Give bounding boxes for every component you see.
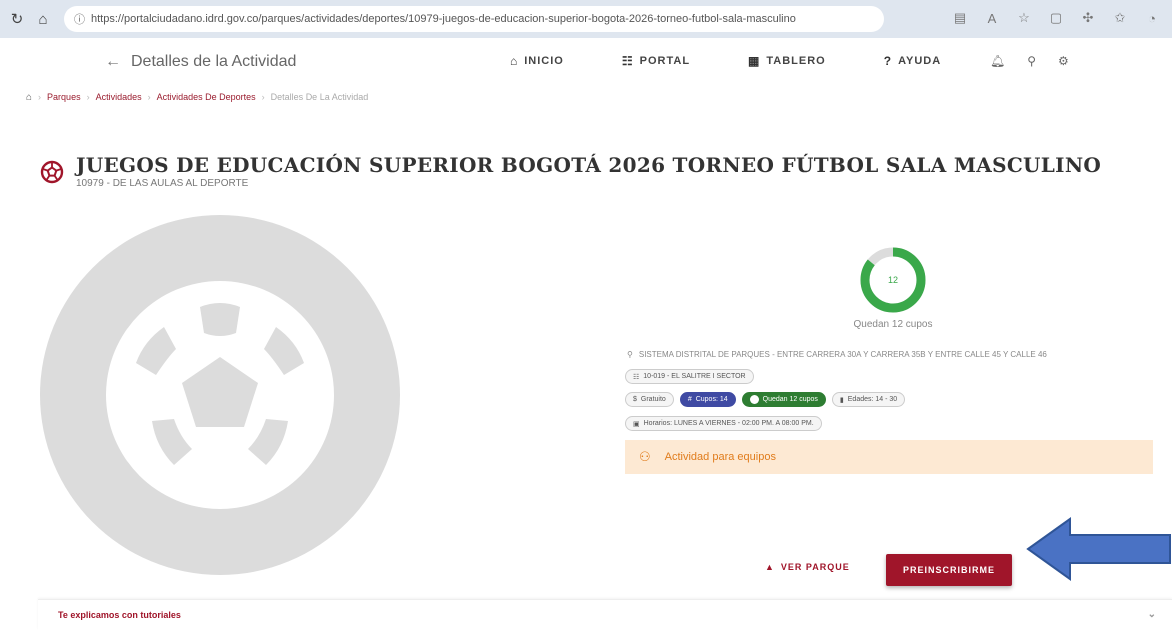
schedule-chip: ▣ Horarios: LUNES A VIERNES - 02:00 PM. A… [625, 416, 822, 431]
nav-inicio-label: INICIO [524, 55, 564, 67]
place-row: ☷ 10-019 - EL SALITRE I SECTOR [625, 369, 754, 384]
calendar-icon: ▣ [633, 420, 640, 428]
browser-toolbar: ↻ ⌂ ⓘ https://portalciudadano.idrd.gov.c… [0, 0, 1172, 38]
team-icon: ⚇ [639, 449, 651, 464]
page-title: JUEGOS DE EDUCACIÓN SUPERIOR BOGOTÁ 2026… [76, 153, 1102, 177]
place-chip: ☷ 10-019 - EL SALITRE I SECTOR [625, 369, 754, 384]
tutorials-accordion[interactable]: Te explicamos con tutoriales ⌄ [38, 599, 1172, 630]
quedan-chip-label: Quedan 12 cupos [762, 396, 818, 403]
nav-portal-label: PORTAL [639, 55, 691, 67]
extensions-icon[interactable]: ✣ [1078, 8, 1098, 28]
bar-chart-icon: ▮ [839, 396, 844, 404]
address-bar[interactable]: ⓘ https://portalciudadano.idrd.gov.co/pa… [64, 6, 884, 32]
home-icon: ⌂ [510, 54, 519, 68]
breadcrumb-parques[interactable]: Parques [47, 92, 81, 102]
bell-icon[interactable]: 🔔︎ [990, 54, 1005, 68]
place-chip-label: 10-019 - EL SALITRE I SECTOR [643, 373, 746, 380]
location-pin-icon: ⚲ [627, 350, 633, 359]
breadcrumb: ⌂ › Parques › Actividades › Actividades … [0, 90, 1172, 104]
nav-ayuda-label: AYUDA [898, 55, 942, 67]
map-pin-icon: ▲ [765, 562, 775, 572]
quedan-chip: Quedan 12 cupos [741, 392, 826, 407]
cupos-chip-label: Cupos: 14 [695, 396, 728, 403]
back-arrow-icon[interactable]: ← [105, 53, 121, 71]
nav-ayuda[interactable]: ? AYUDA [884, 54, 941, 68]
main-nav: ⌂ INICIO ☷ PORTAL ▦ TABLERO ? AYUDA [510, 54, 999, 68]
edades-chip-label: Edades: 14 - 30 [847, 396, 898, 403]
quota-caption: Quedan 12 cupos [853, 319, 933, 330]
nav-portal[interactable]: ☷ PORTAL [622, 54, 690, 68]
preinscribirme-button[interactable]: PREINSCRIBIRME [886, 554, 1012, 586]
nav-tablero[interactable]: ▦ TABLERO [748, 54, 826, 68]
address-text: https://portalciudadano.idrd.gov.co/parq… [91, 13, 796, 25]
settings-icon[interactable]: ⚙ [1058, 54, 1069, 68]
profile-icon[interactable]: ◔ [1142, 8, 1162, 28]
star-icon[interactable]: ☆ [1014, 8, 1034, 28]
page-subtitle: 10979 - DE LAS AULAS AL DEPORTE [76, 178, 249, 189]
favorites-icon[interactable]: ✩ [1110, 8, 1130, 28]
breadcrumb-separator: › [261, 92, 265, 102]
nav-inicio[interactable]: ⌂ INICIO [510, 54, 564, 68]
team-note: Actividad para equipos [664, 451, 776, 463]
grid-icon: ▦ [748, 54, 761, 68]
breadcrumb-current: Detalles De La Actividad [270, 92, 369, 102]
cupos-chip: # Cupos: 14 [679, 392, 736, 407]
nav-tablero-label: TABLERO [766, 55, 826, 67]
dollar-icon: $ [633, 396, 637, 403]
portal-icon: ☷ [621, 54, 634, 68]
chevron-down-icon: ⌄ [1147, 609, 1156, 620]
ver-parque-label: VER PARQUE [780, 562, 850, 572]
place-icon: ☷ [633, 373, 640, 381]
breadcrumb-separator: › [38, 92, 42, 102]
tutorials-label: Te explicamos con tutoriales [58, 610, 181, 620]
help-icon: ? [883, 54, 893, 68]
header-title: Detalles de la Actividad [131, 53, 297, 70]
schedule-chip-label: Horarios: LUNES A VIERNES - 02:00 PM. A … [643, 420, 814, 427]
soccer-ball-icon [40, 160, 64, 184]
breadcrumb-home-icon[interactable]: ⌂ [26, 92, 32, 103]
reader-icon[interactable]: ▤ [950, 8, 970, 28]
tab-icon[interactable]: ▢ [1046, 8, 1066, 28]
breadcrumb-actividades[interactable]: Actividades [96, 92, 142, 102]
price-chip-label: Gratuito [640, 396, 666, 403]
annotation-arrow-icon [1026, 517, 1171, 581]
breadcrumb-separator: › [86, 92, 90, 102]
reload-icon[interactable]: ↻ [6, 8, 28, 30]
price-chip: $ Gratuito [625, 392, 674, 407]
edades-chip: ▮ Edades: 14 - 30 [831, 392, 906, 407]
chips-row: $ Gratuito # Cupos: 14 Quedan 12 cupos ▮ Ed… [625, 392, 906, 407]
location-text: SISTEMA DISTRITAL DE PARQUES - ENTRE CAR… [638, 350, 1047, 359]
hash-icon: # [687, 396, 692, 403]
breadcrumb-deportes[interactable]: Actividades De Deportes [157, 92, 256, 102]
check-circle-icon [749, 395, 759, 404]
donut-value: 12 [888, 275, 898, 285]
team-activity-banner: ⚇ Actividad para equipos [625, 440, 1153, 474]
location-line: ⚲ SISTEMA DISTRITAL DE PARQUES - ENTRE C… [627, 350, 1047, 359]
lock-icon: ⓘ [74, 14, 85, 26]
home-browser-icon[interactable]: ⌂ [32, 8, 54, 30]
breadcrumb-separator: › [147, 92, 151, 102]
schedule-row: ▣ Horarios: LUNES A VIERNES - 02:00 PM. A… [625, 416, 822, 431]
quota-donut: 12 [860, 247, 926, 313]
user-icon[interactable]: ⚲ [1027, 54, 1036, 68]
translate-icon[interactable]: A [982, 8, 1002, 28]
activity-image [40, 215, 400, 575]
app-header: ← Detalles de la Actividad ⌂ INICIO ☷ PO… [0, 38, 1172, 88]
ver-parque-button[interactable]: ▲ VER PARQUE [765, 562, 850, 572]
